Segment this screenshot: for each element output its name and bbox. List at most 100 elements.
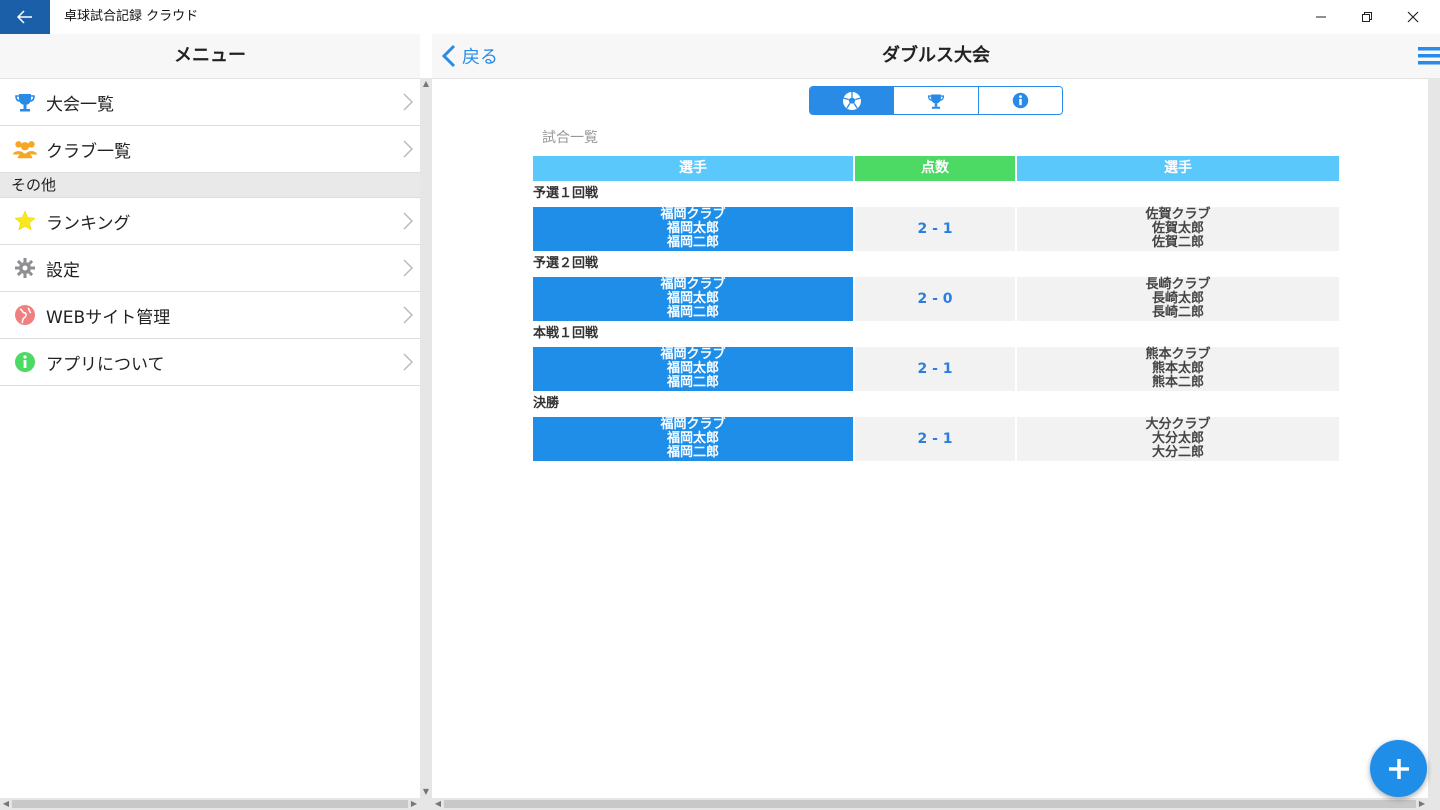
home-player-2: 福岡二郎 [666,305,719,320]
match-score: 2 - 1 [855,417,1015,461]
page-title: ダブルス大会 [882,45,990,66]
scroll-left-arrow-icon[interactable]: ◀ [0,798,12,810]
people-icon [13,137,37,161]
trophy-icon [13,90,37,114]
home-team-cell: 福岡クラブ 福岡太郎 福岡二郎 [533,277,853,321]
trophy-icon [927,93,945,109]
chevron-right-icon [403,306,414,324]
menu-item-label: 設定 [46,260,80,281]
home-team-cell: 福岡クラブ 福岡太郎 福岡二郎 [533,207,853,251]
back-button[interactable]: 戻る [442,34,498,78]
menu-item-label: クラブ一覧 [46,141,131,162]
scrollbar-thumb[interactable] [444,800,1416,808]
scroll-down-arrow-icon[interactable]: ▼ [420,786,432,798]
globe-icon [13,303,37,327]
away-player-1: 佐賀太郎 [1151,221,1204,236]
menu-scrollbar[interactable]: ▲ ▼ [420,78,432,798]
ball-icon [842,91,861,110]
chevron-right-icon [403,93,414,111]
away-team-cell: 長崎クラブ 長崎太郎 長崎二郎 [1017,277,1339,321]
away-team-cell: 熊本クラブ 熊本太郎 熊本二郎 [1017,347,1339,391]
arrow-left-icon [17,10,32,24]
scroll-up-arrow-icon[interactable]: ▲ [420,78,432,90]
menu-pane: メニュー 大会一覧 クラブ一覧 その他 ランキング 設定 WEBサイト管理 アプ… [0,34,420,798]
column-header-player-right: 選手 [1017,156,1339,181]
away-club-name: 長崎クラブ [1145,277,1211,292]
home-player-1: 福岡太郎 [666,431,719,446]
star-icon [13,209,37,233]
match-row[interactable]: 福岡クラブ 福岡太郎 福岡二郎 2 - 0 長崎クラブ 長崎太郎 長崎二郎 [533,277,1339,321]
home-club-name: 福岡クラブ [660,207,726,222]
round-label: 本戦１回戦 [533,326,599,341]
hamburger-menu-icon[interactable] [1418,47,1440,65]
add-match-button[interactable] [1370,740,1427,797]
plus-icon [1388,758,1409,779]
restore-icon [1362,12,1372,22]
away-player-2: 熊本二郎 [1151,375,1204,390]
minimize-button[interactable] [1298,0,1344,34]
info-icon [1012,92,1029,109]
match-score: 2 - 1 [855,207,1015,251]
away-club-name: 佐賀クラブ [1145,207,1211,222]
home-team-cell: 福岡クラブ 福岡太郎 福岡二郎 [533,417,853,461]
restore-button[interactable] [1344,0,1390,34]
scroll-right-arrow-icon[interactable]: ▶ [1416,798,1428,810]
home-player-1: 福岡太郎 [666,361,719,376]
round-label: 予選２回戦 [533,256,599,271]
menu-item-label: WEBサイト管理 [46,307,171,328]
detail-scrollbar[interactable] [1428,78,1440,798]
home-player-1: 福岡太郎 [666,221,719,236]
match-row[interactable]: 福岡クラブ 福岡太郎 福岡二郎 2 - 1 大分クラブ 大分太郎 大分二郎 [533,417,1339,461]
info-icon [13,350,37,374]
scroll-left-arrow-icon[interactable]: ◀ [432,798,444,810]
menu-item-settings[interactable]: 設定 [0,245,420,292]
menu-item-about[interactable]: アプリについて [0,339,420,386]
match-row[interactable]: 福岡クラブ 福岡太郎 福岡二郎 2 - 1 熊本クラブ 熊本太郎 熊本二郎 [533,347,1339,391]
match-row[interactable]: 福岡クラブ 福岡太郎 福岡二郎 2 - 1 佐賀クラブ 佐賀太郎 佐賀二郎 [533,207,1339,251]
menu-item-clubs[interactable]: クラブ一覧 [0,126,420,173]
close-button[interactable] [1390,0,1436,34]
tab-matches[interactable] [810,87,895,114]
gear-icon [13,256,37,280]
chevron-right-icon [403,353,414,371]
home-player-2: 福岡二郎 [666,445,719,460]
close-icon [1407,11,1419,23]
away-player-1: 長崎太郎 [1151,291,1204,306]
tab-results[interactable] [894,87,979,114]
home-player-1: 福岡太郎 [666,291,719,306]
window-back-button[interactable] [0,0,50,34]
title-bar: 卓球試合記録 クラウド [0,0,1440,34]
column-header-player-left: 選手 [533,156,853,181]
match-score: 2 - 0 [855,277,1015,321]
away-club-name: 大分クラブ [1145,417,1211,432]
section-header-other: その他 [0,173,420,198]
away-team-cell: 大分クラブ 大分太郎 大分二郎 [1017,417,1339,461]
home-club-name: 福岡クラブ [660,277,726,292]
detail-pane: ダブルス大会 戻る 試合一覧 選手 点数 選手 予選１回戦 福岡クラブ 福岡太郎… [432,34,1440,798]
menu-item-label: ランキング [46,213,131,234]
scroll-right-arrow-icon[interactable]: ▶ [408,798,420,810]
away-player-2: 大分二郎 [1151,445,1204,460]
match-score: 2 - 1 [855,347,1015,391]
window-title: 卓球試合記録 クラウド [64,9,199,24]
menu-item-tournaments[interactable]: 大会一覧 [0,79,420,126]
away-team-cell: 佐賀クラブ 佐賀太郎 佐賀二郎 [1017,207,1339,251]
horizontal-scrollbar[interactable]: ◀ ▶ ◀ ▶ [0,798,1440,810]
tab-info[interactable] [978,87,1062,114]
menu-item-label: アプリについて [46,354,165,375]
menu-item-label: 大会一覧 [46,94,114,115]
away-player-2: 長崎二郎 [1151,305,1204,320]
menu-item-ranking[interactable]: ランキング [0,198,420,245]
round-label: 決勝 [533,396,560,411]
scrollbar-thumb[interactable] [12,800,408,808]
home-team-cell: 福岡クラブ 福岡太郎 福岡二郎 [533,347,853,391]
home-player-2: 福岡二郎 [666,235,719,250]
home-club-name: 福岡クラブ [660,417,726,432]
home-club-name: 福岡クラブ [660,347,726,362]
menu-item-website[interactable]: WEBサイト管理 [0,292,420,339]
home-player-2: 福岡二郎 [666,375,719,390]
chevron-right-icon [403,212,414,230]
away-player-1: 大分太郎 [1151,431,1204,446]
back-label: 戻る [462,47,498,68]
round-label: 予選１回戦 [533,186,599,201]
